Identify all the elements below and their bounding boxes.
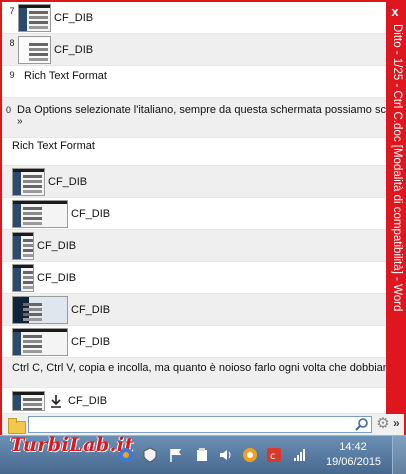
- app-tray-icon[interactable]: [242, 447, 258, 463]
- download-icon: [48, 393, 66, 409]
- clip-label: CF_DIB: [37, 239, 77, 252]
- shield-icon[interactable]: [142, 447, 158, 463]
- clip-thumbnail: [12, 231, 34, 260]
- clip-text-more: »: [17, 116, 23, 127]
- clip-list[interactable]: 7 CF_DIB 8 CF_DIB 9 Rich Text Format 0 D…: [2, 2, 386, 414]
- watermark-logo: TurbiLab.it: [10, 434, 134, 456]
- clip-row[interactable]: Rich Text Format: [2, 138, 386, 166]
- more-options-button[interactable]: »: [393, 416, 400, 430]
- clip-thumbnail: [12, 199, 68, 228]
- browser-icon[interactable]: [118, 447, 134, 463]
- clip-label: CF_DIB: [54, 11, 94, 24]
- clip-number: 9: [9, 70, 15, 80]
- clip-row[interactable]: CF_DIB: [2, 294, 386, 326]
- clip-thumbnail: [12, 327, 68, 356]
- clip-row-7[interactable]: 7 CF_DIB: [2, 2, 386, 34]
- close-button[interactable]: x: [386, 4, 404, 19]
- clip-thumbnail: [18, 3, 51, 32]
- clock-date: 19/06/2015: [326, 456, 382, 468]
- search-icon[interactable]: [354, 417, 370, 433]
- window-title: Ditto - 1/25 - Ctrl C.doc [Modalità di c…: [391, 24, 403, 312]
- clip-row-9[interactable]: 9 Rich Text Format: [2, 66, 386, 98]
- gear-icon[interactable]: ⚙: [375, 416, 391, 432]
- clip-row[interactable]: CF_DIB: [2, 326, 386, 358]
- clip-label: CF_DIB: [71, 335, 111, 348]
- clip-text: Ctrl C, Ctrl V, copia e incolla, ma quan…: [12, 362, 386, 374]
- clip-thumbnail: [12, 167, 45, 196]
- clip-label: CF_DIB: [68, 394, 108, 407]
- clip-row[interactable]: CF_DIB: [2, 230, 386, 262]
- power-icon[interactable]: [194, 447, 210, 463]
- network-icon[interactable]: [292, 447, 308, 463]
- clip-label: CF_DIB: [71, 207, 111, 220]
- svg-text:c: c: [270, 451, 276, 462]
- clip-row[interactable]: CF_DIB: [2, 166, 386, 198]
- ditto-window: 7 CF_DIB 8 CF_DIB 9 Rich Text Format 0 D…: [0, 0, 406, 435]
- clip-number: 8: [9, 38, 15, 48]
- clip-row[interactable]: CF_DIB: [2, 198, 386, 230]
- ccleaner-icon[interactable]: c: [266, 447, 282, 463]
- clip-row[interactable]: CF_DIB: [2, 388, 386, 414]
- search-input[interactable]: [28, 416, 372, 433]
- clip-thumbnail: [12, 295, 68, 324]
- clip-number: 7: [9, 6, 15, 16]
- clip-text: Da Options selezionate l'italiano, sempr…: [17, 104, 386, 116]
- clip-text: Rich Text Format: [12, 140, 95, 152]
- show-desktop-button[interactable]: [392, 436, 406, 474]
- clip-thumbnail: [12, 390, 45, 411]
- clip-text-block: Da Options selezionate l'italiano, sempr…: [17, 104, 386, 128]
- search-bar: ⚙ »: [2, 414, 404, 435]
- vertical-titlebar[interactable]: x Ditto - 1/25 - Ctrl C.doc [Modalità di…: [386, 2, 404, 414]
- clip-row-0[interactable]: 0 Da Options selezionate l'italiano, sem…: [2, 98, 386, 138]
- clip-thumbnail: [18, 35, 51, 64]
- clock-time: 14:42: [339, 441, 367, 453]
- flag-icon[interactable]: [168, 447, 184, 463]
- clip-label: CF_DIB: [48, 175, 88, 188]
- clip-label: CF_DIB: [54, 43, 94, 56]
- clip-label: CF_DIB: [37, 271, 77, 284]
- folder-icon[interactable]: [8, 417, 26, 434]
- speaker-icon[interactable]: [218, 447, 234, 463]
- clip-row[interactable]: Ctrl C, Ctrl V, copia e incolla, ma quan…: [2, 358, 386, 388]
- clip-row-8[interactable]: 8 CF_DIB: [2, 34, 386, 66]
- clip-number: 0: [6, 105, 12, 115]
- clip-text: Rich Text Format: [24, 70, 107, 82]
- clip-row[interactable]: CF_DIB: [2, 262, 386, 294]
- clip-label: CF_DIB: [71, 303, 111, 316]
- clip-thumbnail: [12, 263, 34, 292]
- system-clock[interactable]: 14:42 19/06/2015: [326, 440, 382, 470]
